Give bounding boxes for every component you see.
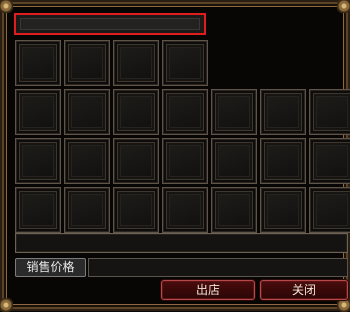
item-slot[interactable] [64,89,110,135]
open-shop-button[interactable]: 出店 [161,280,255,300]
item-slot[interactable] [64,187,110,233]
item-slot[interactable] [113,187,159,233]
frame-corner-rivet [0,0,13,13]
close-button[interactable]: 关闭 [260,280,348,300]
item-slot[interactable] [211,89,257,135]
item-slot[interactable] [260,89,306,135]
item-slot[interactable] [15,187,61,233]
shop-name-input-box[interactable] [20,18,200,30]
item-slot[interactable] [162,187,208,233]
item-slot[interactable] [309,89,350,135]
sale-price-input[interactable] [88,258,348,277]
item-slot[interactable] [15,138,61,184]
item-slot[interactable] [211,138,257,184]
item-slot[interactable] [15,40,61,86]
sale-price-label: 销售价格 [15,258,86,277]
item-slot[interactable] [162,89,208,135]
frame-corner-rivet [0,298,13,312]
item-slot[interactable] [113,138,159,184]
info-bar [15,233,348,253]
item-slot[interactable] [309,138,350,184]
shop-name-field[interactable] [14,13,206,35]
item-slot[interactable] [211,187,257,233]
item-slot[interactable] [260,187,306,233]
store-window: 销售价格 出店 关闭 [0,0,350,312]
frame-corner-rivet [337,0,350,13]
item-slot[interactable] [64,40,110,86]
item-slot[interactable] [260,138,306,184]
item-slot[interactable] [113,40,159,86]
frame-corner-rivet [337,298,350,312]
item-slot[interactable] [162,138,208,184]
item-slot[interactable] [162,40,208,86]
item-slot[interactable] [15,89,61,135]
item-slot[interactable] [64,138,110,184]
item-slot[interactable] [113,89,159,135]
item-slot[interactable] [309,187,350,233]
